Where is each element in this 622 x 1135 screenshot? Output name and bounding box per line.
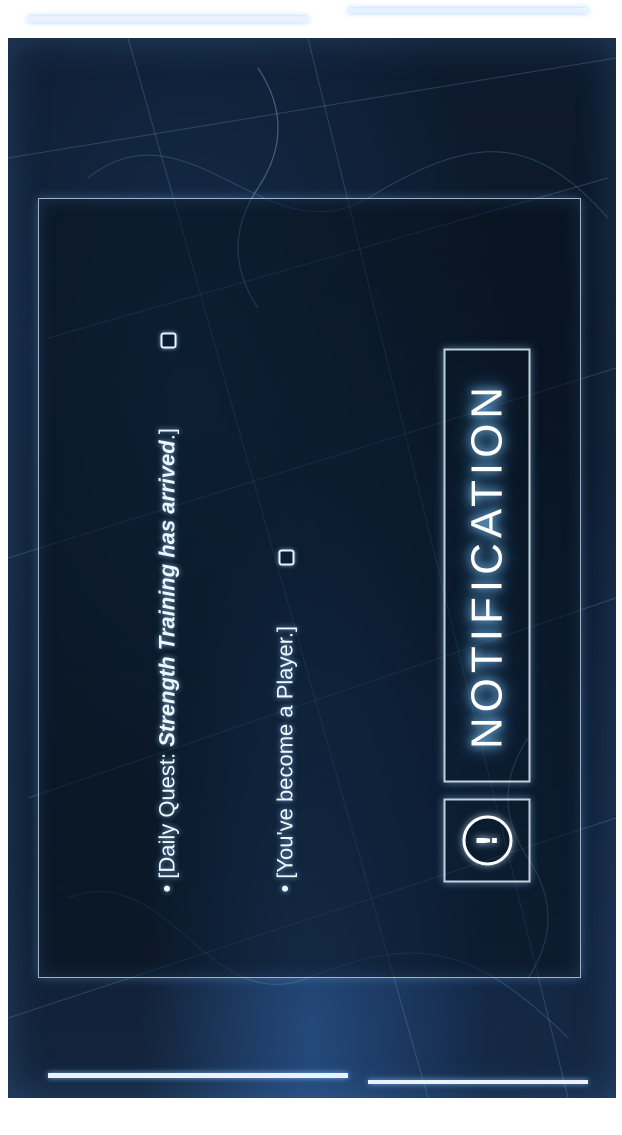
notification-title: NOTIFICATION [462,381,512,750]
quest-suffix: .] [154,428,180,441]
exclamation-circle-icon: ! [462,815,512,866]
message-text: [You've become a Player.] [272,625,298,879]
bullet: • [272,884,298,893]
message-daily-quest: • [Daily Quest: Strength Training has arr… [154,332,181,893]
notification-title-box: NOTIFICATION [443,348,531,783]
notification-content: ! NOTIFICATION • [You've become a Player.… [39,200,580,978]
checkbox-empty-icon[interactable] [278,549,295,566]
quest-prefix: [Daily Quest: [154,746,180,879]
checkbox-empty-icon[interactable] [160,332,177,349]
frame-bottom-rail [48,1073,348,1078]
alert-icon-box: ! [443,798,531,883]
bullet: • [154,884,180,893]
frame-top-rail-right [348,8,588,13]
notification-panel: ! NOTIFICATION • [You've become a Player.… [38,198,581,978]
message-player: • [You've become a Player.] [272,549,299,893]
quest-name: Strength Training has arrived [154,440,180,747]
frame-bottom-rail-right [368,1080,588,1084]
frame-top-rail [28,16,308,22]
